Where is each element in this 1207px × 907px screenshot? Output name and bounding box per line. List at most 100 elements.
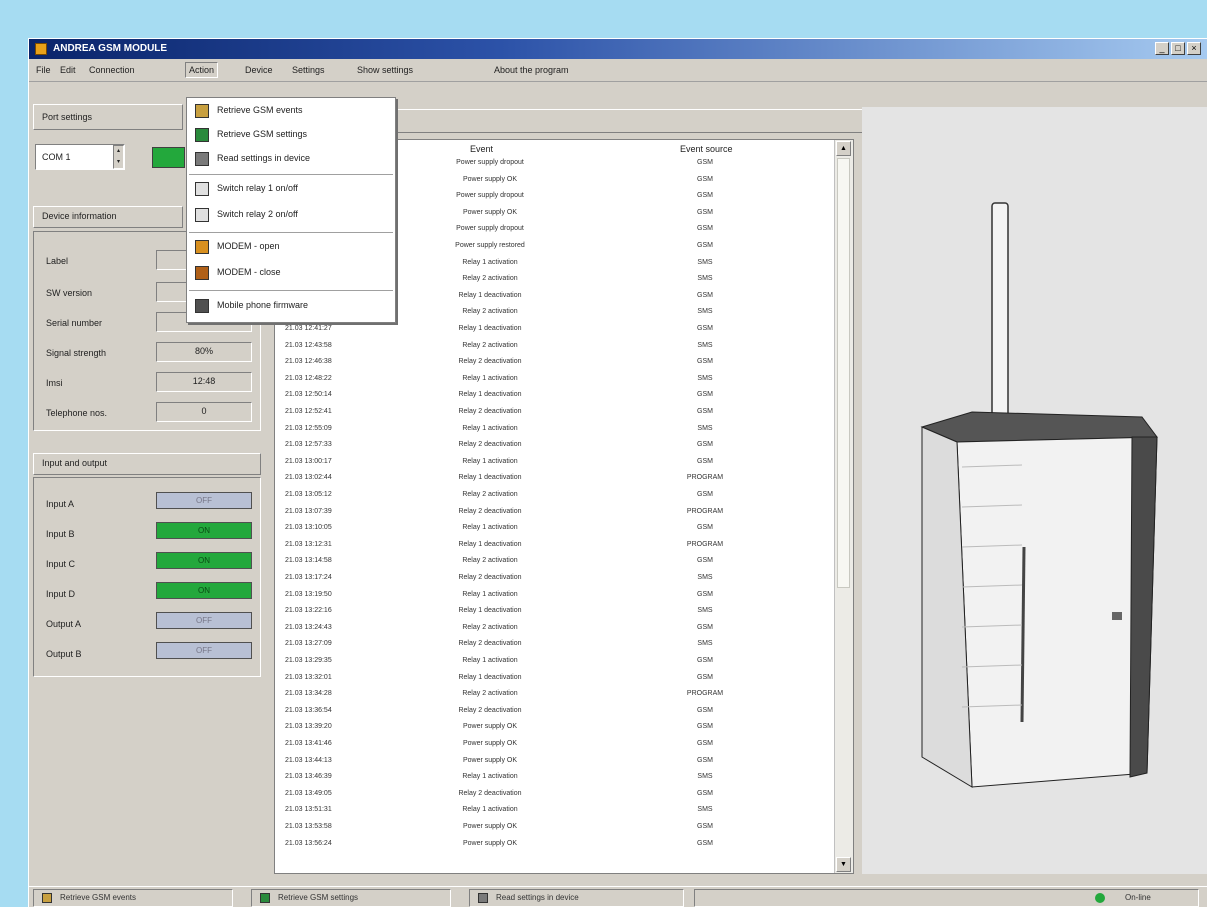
table-row[interactable]: 21.03 13:07:39 Relay 2 deactivation PROGRA… xyxy=(275,507,835,517)
table-cell-source: GSM xyxy=(697,673,713,681)
table-row[interactable]: 21.03 12:43:58 Relay 2 activation SMS xyxy=(275,341,835,351)
scroll-thumb[interactable] xyxy=(837,158,850,588)
table-row[interactable]: 21.03 13:39:20 Power supply OK GSM xyxy=(275,722,835,732)
port-spinner-icon[interactable]: ▴ ▾ xyxy=(113,145,124,169)
table-row[interactable]: 21.03 13:14:58 Relay 2 activation GSM xyxy=(275,556,835,566)
relay-icon xyxy=(195,182,209,196)
table-row[interactable]: 21.03 13:34:28 Relay 2 activation PROGRAM xyxy=(275,689,835,699)
table-row[interactable]: 21.03 13:44:13 Power supply OK GSM xyxy=(275,756,835,766)
table-cell-source: GSM xyxy=(697,408,713,415)
table-row[interactable]: 21.03 13:46:39 Relay 1 activation SMS xyxy=(275,772,835,782)
menu-connection[interactable]: Connection xyxy=(86,63,138,77)
table-row[interactable]: 21.03 13:49:05 Relay 2 deactivation GSM xyxy=(275,789,835,799)
scroll-up-icon[interactable]: ▲ xyxy=(836,141,851,156)
table-row[interactable]: 21.03 12:50:14 Relay 1 deactivation GSM xyxy=(275,390,835,400)
table-row[interactable]: 21.03 13:41:46 Power supply OK GSM xyxy=(275,739,835,749)
modem-open-icon xyxy=(195,240,209,254)
io-label: Input C xyxy=(46,559,76,569)
menu-switch-relay-1[interactable]: Switch relay 1 on/off xyxy=(187,178,395,200)
table-row[interactable]: 21.03 12:46:38 Relay 2 deactivation GSM xyxy=(275,357,835,367)
table-cell-source: GSM xyxy=(697,457,713,465)
menu-modem-open[interactable]: MODEM - open xyxy=(187,236,395,258)
menu-show-settings[interactable]: Show settings xyxy=(354,63,416,77)
io-header: Input and output xyxy=(33,453,261,475)
maximize-icon[interactable]: □ xyxy=(1171,42,1185,55)
table-row[interactable]: 21.03 12:41:27 Relay 1 deactivation GSM xyxy=(275,324,835,334)
port-select[interactable]: COM 1 xyxy=(35,144,125,170)
menu-retrieve-gsm-settings[interactable]: Retrieve GSM settings xyxy=(187,124,395,146)
table-cell-source: GSM xyxy=(697,706,713,714)
table-row[interactable]: 21.03 13:22:16 Relay 1 deactivation SMS xyxy=(275,606,835,616)
io-label: Output A xyxy=(46,619,82,629)
title-bar[interactable]: ANDREA GSM MODULE _ □ × xyxy=(29,39,1207,59)
close-icon[interactable]: × xyxy=(1187,42,1201,55)
table-row[interactable]: 21.03 13:05:12 Relay 2 activation GSM xyxy=(275,490,835,500)
output-a-indicator[interactable]: OFF xyxy=(156,612,252,629)
table-cell-time: 21.03 12:48:22 xyxy=(285,374,332,382)
table-cell-time: 21.03 13:39:20 xyxy=(285,723,332,731)
menu-settings[interactable]: Settings xyxy=(289,63,328,77)
col-header-event[interactable]: Event xyxy=(470,144,493,154)
table-row[interactable]: 21.03 12:52:41 Relay 2 deactivation GSM xyxy=(275,407,835,417)
menu-retrieve-gsm-events[interactable]: Retrieve GSM events xyxy=(187,100,395,122)
col-header-source[interactable]: Event source xyxy=(680,144,733,154)
table-row[interactable]: 21.03 13:51:31 Relay 1 activation SMS xyxy=(275,805,835,815)
menu-modem-close[interactable]: MODEM - close xyxy=(187,262,395,284)
table-row[interactable]: 21.03 13:32:01 Relay 1 deactivation GSM xyxy=(275,673,835,683)
table-row[interactable]: 21.03 13:29:35 Relay 1 activation GSM xyxy=(275,656,835,666)
table-row[interactable]: 21.03 13:27:09 Relay 2 deactivation SMS xyxy=(275,639,835,649)
table-cell-source: GSM xyxy=(697,789,713,797)
table-row[interactable]: 21.03 13:17:24 Relay 2 deactivation SMS xyxy=(275,573,835,583)
table-cell-event: Relay 2 activation xyxy=(462,690,518,698)
table-cell-event: Relay 2 deactivation xyxy=(458,706,522,714)
table-cell-event: Power supply dropout xyxy=(456,225,524,233)
table-row[interactable]: 21.03 12:48:22 Relay 1 activation SMS xyxy=(275,374,835,384)
table-row[interactable]: 21.03 13:12:31 Relay 1 deactivation PROGRA… xyxy=(275,540,835,550)
table-cell-event: Relay 2 deactivation xyxy=(458,507,522,515)
table-cell-event: Relay 1 activation xyxy=(462,374,518,382)
table-cell-source: GSM xyxy=(697,391,713,399)
menu-item-label: Retrieve GSM events xyxy=(217,105,303,115)
table-row[interactable]: 21.03 13:02:44 Relay 1 deactivation PROGRA… xyxy=(275,473,835,483)
table-scrollbar[interactable]: ▲ ▼ xyxy=(834,140,853,873)
table-cell-time: 21.03 13:14:58 xyxy=(285,557,332,565)
menu-read-settings[interactable]: Read settings in device xyxy=(187,148,395,170)
table-cell-event: Power supply OK xyxy=(462,175,518,183)
menu-about[interactable]: About the program xyxy=(491,63,572,77)
table-cell-event: Relay 1 activation xyxy=(462,657,518,664)
table-row[interactable]: 21.03 13:10:05 Relay 1 activation GSM xyxy=(275,523,835,533)
table-row[interactable]: 21.03 13:00:17 Relay 1 activation GSM xyxy=(275,457,835,467)
table-cell-time: 21.03 13:24:43 xyxy=(285,623,332,631)
menu-phone-firmware[interactable]: Mobile phone firmware xyxy=(187,295,395,317)
io-label: Output B xyxy=(46,649,82,659)
table-cell-source: SMS xyxy=(697,374,713,382)
menu-action[interactable]: Action xyxy=(185,62,219,78)
menu-item-label: Switch relay 1 on/off xyxy=(217,183,298,193)
table-cell-time: 21.03 13:49:05 xyxy=(285,789,332,797)
table-cell-time: 21.03 13:27:09 xyxy=(285,640,332,648)
table-row[interactable]: 21.03 13:53:58 Power supply OK GSM xyxy=(275,822,835,832)
menu-file[interactable]: File xyxy=(33,63,54,77)
modem-close-icon xyxy=(195,266,209,280)
scroll-down-icon[interactable]: ▼ xyxy=(836,857,851,872)
menu-item-label: Switch relay 2 on/off xyxy=(217,209,298,219)
status-retrieve-events[interactable]: Retrieve GSM events xyxy=(33,889,233,907)
status-retrieve-settings[interactable]: Retrieve GSM settings xyxy=(251,889,451,907)
table-row[interactable]: 21.03 12:57:33 Relay 2 deactivation GSM xyxy=(275,440,835,450)
menu-device[interactable]: Device xyxy=(242,63,276,77)
output-b-indicator[interactable]: OFF xyxy=(156,642,252,659)
table-cell-source: GSM xyxy=(697,657,713,664)
table-cell-event: Power supply OK xyxy=(462,740,518,747)
download-events-icon xyxy=(195,104,209,118)
menu-switch-relay-2[interactable]: Switch relay 2 on/off xyxy=(187,204,395,226)
status-read-settings[interactable]: Read settings in device xyxy=(469,889,684,907)
table-row[interactable]: 21.03 13:19:50 Relay 1 activation GSM xyxy=(275,590,835,600)
table-row[interactable]: 21.03 13:56:24 Power supply OK GSM xyxy=(275,839,835,849)
menu-edit[interactable]: Edit xyxy=(57,63,79,77)
table-cell-source: PROGRAM xyxy=(686,540,724,548)
minimize-icon[interactable]: _ xyxy=(1155,42,1169,55)
table-row[interactable]: 21.03 13:24:43 Relay 2 activation GSM xyxy=(275,623,835,633)
table-row[interactable]: 21.03 12:55:09 Relay 1 activation SMS xyxy=(275,424,835,434)
table-row[interactable]: 21.03 13:36:54 Relay 2 deactivation GSM xyxy=(275,706,835,716)
firmware-icon xyxy=(195,299,209,313)
